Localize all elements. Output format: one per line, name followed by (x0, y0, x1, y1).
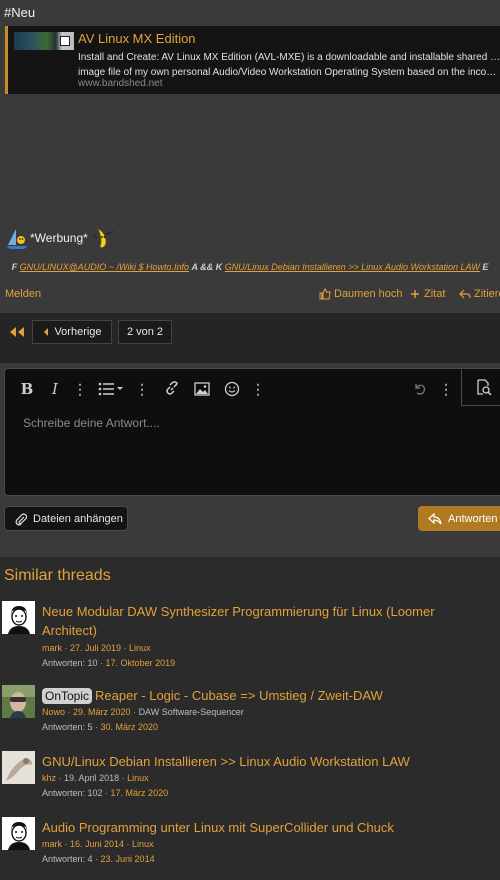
thread-forum[interactable]: Linux (127, 773, 149, 783)
more-options-icon[interactable]: ⋮ (439, 379, 453, 399)
thread-prefix-badge[interactable]: OnTopic (42, 688, 93, 704)
image-icon[interactable] (193, 379, 211, 399)
thread-forum[interactable]: DAW Software-Sequencer (139, 707, 244, 717)
signature-link-wiki[interactable]: GNU/LINUX@AUDIO ~ /Wiki $ Howto.Info (20, 262, 189, 272)
thread-last-post[interactable]: 17. Oktober 2019 (106, 658, 176, 668)
thread-title[interactable]: Neue Modular DAW Synthesizer Programmier… (42, 602, 482, 640)
pagination: Vorherige 2 von 2 (0, 313, 500, 363)
avatar[interactable] (2, 601, 35, 634)
thread-author[interactable]: mark (42, 643, 62, 653)
italic-icon[interactable]: I (47, 379, 63, 399)
preview-button[interactable] (461, 369, 500, 406)
page-indicator[interactable]: 2 von 2 (118, 320, 172, 344)
thread-stats: Antworten: 102 · 17. März 2020 (42, 788, 169, 798)
editor-toolbar: B I ⋮ ⋮ ⋮ ⋮ (5, 369, 500, 409)
caret-left-icon (44, 328, 49, 336)
paperclip-icon (15, 512, 27, 525)
plus-icon (411, 290, 419, 298)
link-icon[interactable] (163, 379, 181, 399)
thread-meta: khz · 19. April 2018 · Linux (42, 773, 149, 783)
thread-last-post[interactable]: 17. März 2020 (111, 788, 169, 798)
smiley-icon[interactable] (223, 379, 241, 399)
link-preview-thumbnail (14, 32, 74, 50)
thread-meta: mark · 16. Juni 2014 · Linux (42, 839, 154, 849)
first-page-icon[interactable] (8, 325, 26, 339)
reply-icon (428, 512, 442, 524)
thumbs-up-icon (319, 288, 331, 300)
thread-author[interactable]: mark (42, 839, 62, 849)
link-preview-description: Install and Create: AV Linux MX Edition … (78, 52, 500, 78)
thread-last-post[interactable]: 23. Juni 2014 (101, 854, 155, 864)
avatar[interactable] (2, 685, 35, 718)
more-insert-options-icon[interactable]: ⋮ (251, 379, 265, 399)
thread-stats: Antworten: 4 · 23. Juni 2014 (42, 854, 155, 864)
dancing-banana-icon (92, 225, 116, 251)
more-text-options-icon[interactable]: ⋮ (73, 379, 87, 399)
werbung-line: *Werbung* (4, 225, 116, 251)
thread-forum[interactable]: Linux (132, 839, 154, 849)
reply-input[interactable]: Schreibe deine Antwort.... (23, 416, 160, 430)
hashtag: #Neu (4, 5, 36, 20)
reply-arrow-icon (459, 289, 471, 299)
thread-meta: Nowo · 29. März 2020 · DAW Software-Sequ… (42, 707, 244, 717)
similar-threads-title: Similar threads (4, 567, 111, 584)
submit-reply-button[interactable]: Antworten (418, 506, 500, 531)
thread-last-post[interactable]: 30. März 2020 (101, 722, 159, 732)
quote-button[interactable]: Zitat (409, 288, 445, 300)
thread-title[interactable]: OnTopic Reaper - Logic - Cubase => Umstie… (42, 686, 482, 705)
avatar[interactable] (2, 817, 35, 850)
undo-icon[interactable] (411, 379, 429, 399)
report-link[interactable]: Melden (5, 288, 41, 300)
werbung-label: *Werbung* (30, 231, 88, 245)
post-actions: Melden Daumen hoch Zitat Zitieren (0, 286, 500, 304)
thread-title[interactable]: Audio Programming unter Linux mit SuperC… (42, 818, 482, 837)
post-body: #Neu AV Linux MX Edition Install and Cre… (0, 0, 500, 312)
thread-author[interactable]: Nowo (42, 707, 65, 717)
thread-forum[interactable]: Linux (129, 643, 151, 653)
reply-quote-button[interactable]: Zitieren (459, 288, 500, 300)
link-preview-title[interactable]: AV Linux MX Edition (78, 31, 196, 46)
link-preview-url: www.bandshed.net (78, 78, 163, 89)
thread-stats: Antworten: 5 · 30. März 2020 (42, 722, 159, 732)
reply-editor[interactable]: B I ⋮ ⋮ ⋮ ⋮ Schreibe deine Antwort.... (4, 368, 500, 496)
signature-link-debian[interactable]: GNU/Linux Debian Installieren >> Linux A… (225, 262, 480, 272)
attach-files-button[interactable]: Dateien anhängen (4, 506, 128, 531)
sailboat-smiley-icon (4, 226, 30, 250)
list-icon[interactable] (97, 379, 127, 399)
link-preview-card[interactable]: AV Linux MX Edition Install and Create: … (5, 26, 500, 94)
thread-meta: mark · 27. Juli 2019 · Linux (42, 643, 151, 653)
like-button[interactable]: Daumen hoch (319, 288, 403, 300)
bold-icon[interactable]: B (19, 379, 35, 399)
preview-search-icon (476, 379, 492, 396)
thread-stats: Antworten: 10 · 17. Oktober 2019 (42, 658, 176, 668)
similar-threads-section: Similar threads Neue Modular DAW Synthes… (0, 557, 500, 880)
thread-title[interactable]: GNU/Linux Debian Installieren >> Linux A… (42, 752, 482, 771)
avatar[interactable] (2, 751, 35, 784)
more-paragraph-options-icon[interactable]: ⋮ (135, 379, 149, 399)
previous-page-button[interactable]: Vorherige (32, 320, 112, 344)
thread-author[interactable]: khz (42, 773, 56, 783)
signature: F GNU/LINUX@AUDIO ~ /Wiki $ Howto.Info A… (11, 262, 489, 272)
